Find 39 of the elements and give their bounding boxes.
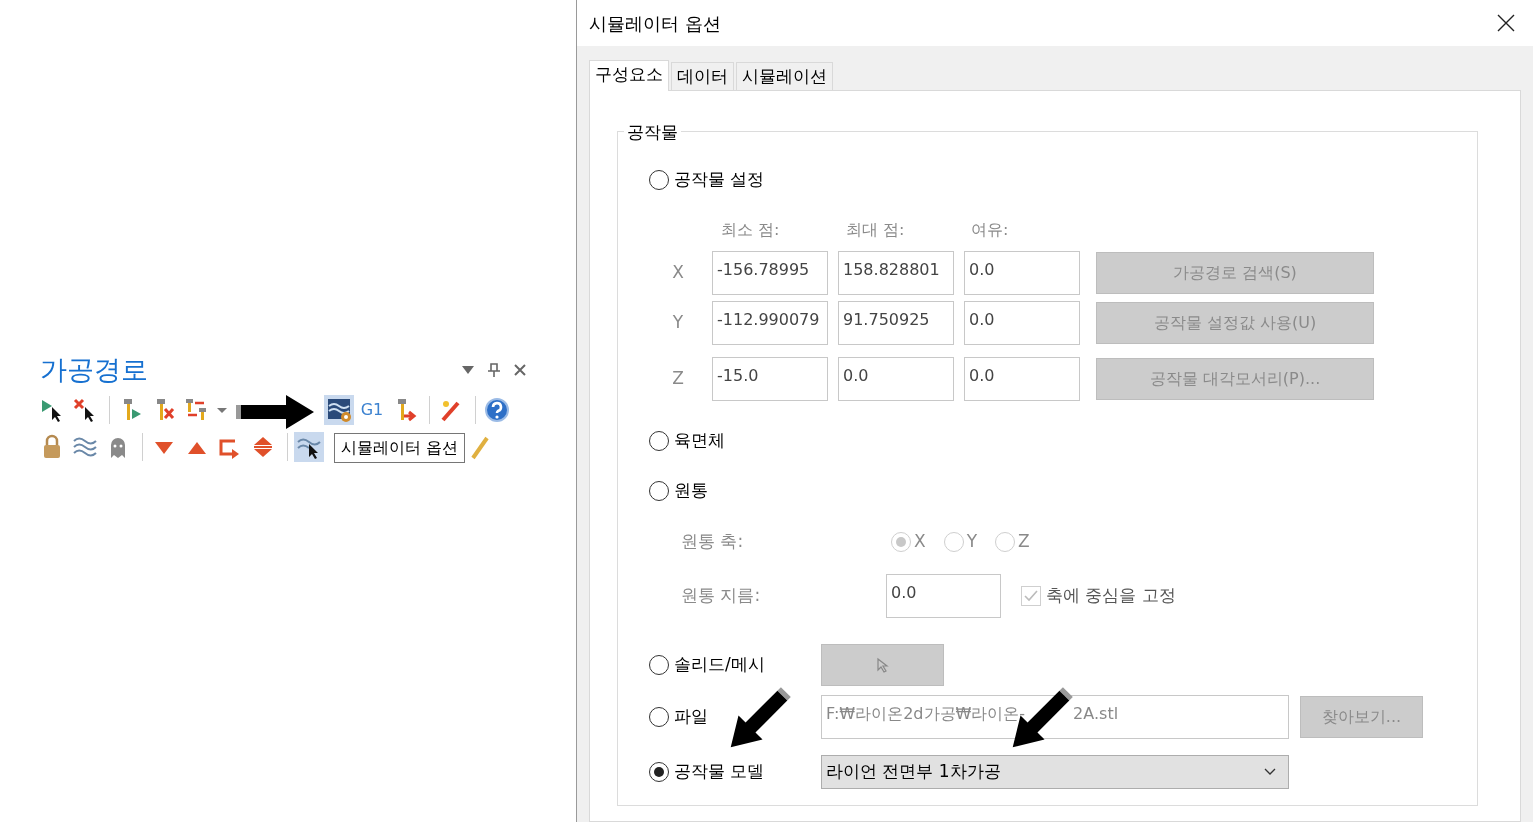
tab[interactable]: 데이터 — [671, 62, 734, 90]
column-label: 최소 점: — [720, 219, 781, 241]
chevron-down-icon — [1264, 768, 1276, 776]
radio-label: X — [914, 530, 926, 554]
column-label: 최대 점: — [845, 219, 906, 241]
dropdown[interactable]: 라이언 전면부 1차가공 — [821, 755, 1289, 789]
axis-label: Z — [671, 367, 685, 391]
radio-label: Z — [1018, 530, 1030, 554]
cursor-icon — [874, 657, 891, 673]
close-icon[interactable] — [1497, 14, 1515, 32]
panel-title: 가공경로 — [40, 353, 148, 387]
checkbox-label: 축에 중심을 고정 — [1046, 584, 1176, 608]
column-label: 여유: — [970, 219, 1010, 241]
dropdown-value: 라이언 전면부 1차가공 — [826, 760, 1001, 784]
axis-label: X — [671, 261, 685, 285]
caret-icon — [217, 407, 227, 413]
help-icon — [484, 397, 510, 423]
tab[interactable]: 시뮬레이션 — [736, 62, 833, 90]
dropdown-icon[interactable] — [462, 365, 474, 375]
field-text: F:₩라이온2d가공₩라이온- — [826, 703, 1026, 725]
axis-label: Y — [671, 311, 685, 335]
field-label: 원통 축: — [681, 530, 745, 554]
radio-label: Y — [966, 530, 978, 554]
field-label: 원통 지름: — [681, 584, 762, 608]
tooltip: 시뮬레이터 옵션 — [334, 433, 466, 463]
toolbar-button[interactable] — [294, 432, 324, 462]
dialog-title: 시뮬레이터 옵션 — [589, 11, 721, 36]
radio-label: 육면체 — [674, 429, 725, 453]
radio-label: 파일 — [674, 705, 708, 729]
radio-label: 공작물 모델 — [674, 760, 765, 784]
radio-label: 공작물 설정 — [674, 168, 765, 192]
pin-icon[interactable] — [488, 363, 500, 377]
tab[interactable]: 구성요소 — [589, 60, 669, 91]
toolbar-button[interactable] — [324, 395, 354, 425]
field-text: 2A.stl — [1073, 703, 1119, 725]
radio-label: 솔리드/메시 — [674, 653, 765, 677]
g1-button[interactable]: G1 — [357, 395, 387, 425]
radio-label: 원통 — [674, 479, 708, 503]
simulator-settings-icon — [326, 397, 352, 423]
